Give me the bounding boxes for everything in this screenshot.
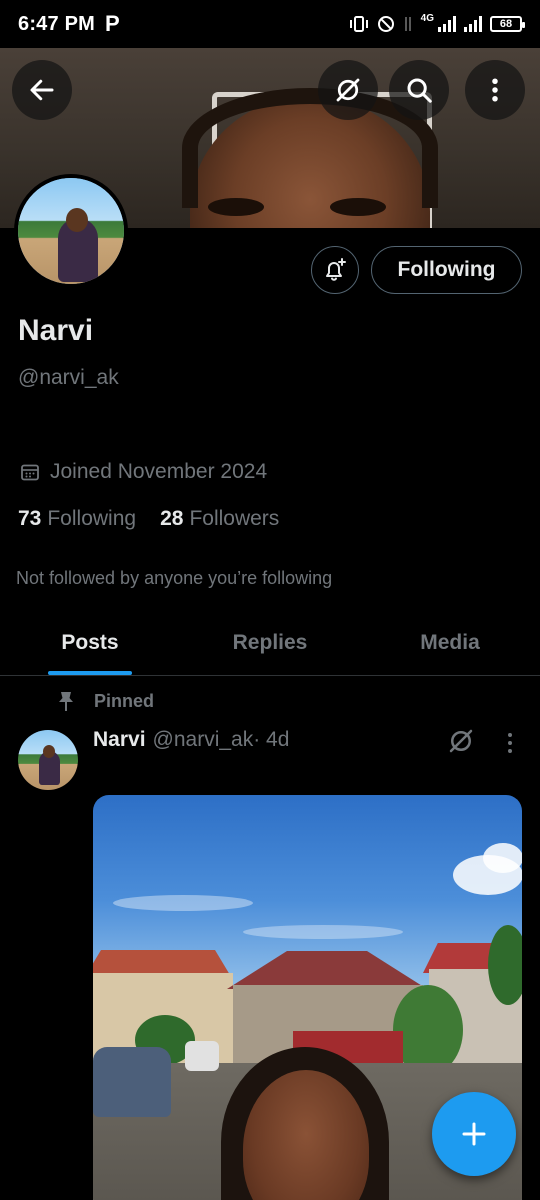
followers-count: 28 xyxy=(160,507,184,530)
search-icon xyxy=(407,78,432,103)
calendar-icon xyxy=(21,464,39,481)
followers-label: Followers xyxy=(189,507,280,530)
tab-posts[interactable]: Posts xyxy=(0,610,180,675)
arrow-left-icon xyxy=(30,79,54,101)
tab-replies[interactable]: Replies xyxy=(180,610,360,675)
pin-icon xyxy=(59,692,73,711)
battery-level: 68 xyxy=(499,18,513,30)
network-type: 4G xyxy=(420,12,434,24)
more-button[interactable] xyxy=(465,60,525,120)
avatar-image xyxy=(18,178,124,284)
tab-media[interactable]: Media xyxy=(360,610,540,675)
grok-icon[interactable] xyxy=(446,726,476,756)
status-time: 6:47 PM xyxy=(18,12,95,35)
profile-tabs: Posts Replies Media xyxy=(0,610,540,676)
mutual-followers-note: Not followed by anyone you’re following xyxy=(16,568,333,588)
house-roof xyxy=(227,951,427,989)
tree xyxy=(488,925,522,1005)
following-button[interactable]: Following xyxy=(371,246,522,294)
post-author-name[interactable]: Narvi xyxy=(93,728,146,752)
search-button[interactable] xyxy=(389,60,449,120)
notifications-button[interactable] xyxy=(311,246,359,294)
post-more-button[interactable] xyxy=(498,728,522,758)
status-bar: 6:47 PM P 4G 68 xyxy=(0,0,540,48)
plus-icon xyxy=(462,1122,486,1146)
tree xyxy=(393,985,463,1075)
data-arrows-icon xyxy=(404,17,411,31)
bell-plus-icon xyxy=(326,258,346,281)
banner-eye xyxy=(330,198,386,216)
cloud xyxy=(113,895,253,911)
post-avatar-image xyxy=(18,730,78,790)
status-icons: 4G 68 xyxy=(349,12,525,33)
signal-icon xyxy=(438,16,456,32)
pinned-label: Pinned xyxy=(94,690,155,711)
dnd-icon xyxy=(377,16,394,32)
following-label: Following xyxy=(47,507,137,530)
vibrate-icon xyxy=(349,16,368,32)
cloud xyxy=(243,925,403,939)
post-header: Narvi @narvi_ak · 4d xyxy=(93,728,289,752)
more-vertical-icon xyxy=(492,78,498,102)
post-author-handle[interactable]: @narvi_ak xyxy=(153,728,254,752)
signal-icon-2 xyxy=(464,16,482,32)
following-stat[interactable]: 73 Following xyxy=(18,507,136,531)
car xyxy=(93,1047,171,1117)
cloud xyxy=(483,843,522,873)
joined-text: Joined November 2024 xyxy=(50,460,268,483)
compose-button[interactable] xyxy=(432,1092,516,1176)
pinned-indicator: Pinned xyxy=(56,690,154,712)
profile-stats: 73 Following 28 Followers xyxy=(18,507,279,531)
display-name: Narvi xyxy=(18,314,94,347)
car xyxy=(185,1041,219,1071)
joined-date: Joined November 2024 xyxy=(20,460,267,484)
banner-eye xyxy=(208,198,264,216)
profile-avatar[interactable] xyxy=(14,174,128,288)
avatar-head xyxy=(43,745,55,758)
back-button[interactable] xyxy=(12,60,72,120)
grok-button[interactable] xyxy=(318,60,378,120)
post-author-avatar[interactable] xyxy=(18,730,78,790)
following-count: 73 xyxy=(18,507,42,530)
post-time: · 4d xyxy=(253,728,290,751)
user-handle: @narvi_ak xyxy=(18,366,119,389)
carrier-icon: P xyxy=(105,11,120,36)
followers-stat[interactable]: 28 Followers xyxy=(160,507,279,531)
battery-icon: 68 xyxy=(490,16,525,32)
avatar-head xyxy=(66,208,88,232)
grok-icon xyxy=(336,78,360,102)
